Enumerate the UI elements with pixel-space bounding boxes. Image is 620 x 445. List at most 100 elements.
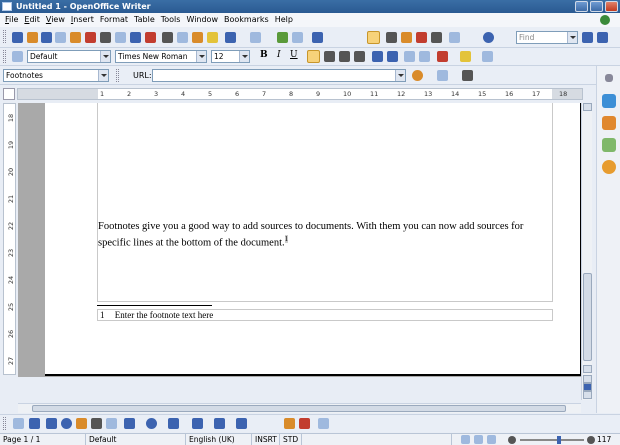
gallery-icon[interactable] xyxy=(401,32,412,43)
footnote-area[interactable]: 1 Enter the footnote text here xyxy=(97,309,553,321)
menu-file[interactable]: File xyxy=(2,13,21,27)
book-view-icon[interactable] xyxy=(487,435,496,444)
menu-format[interactable]: Format xyxy=(97,13,131,27)
fontwork-icon[interactable] xyxy=(299,418,310,429)
increase-indent-icon[interactable] xyxy=(419,51,430,62)
extrusion-icon[interactable] xyxy=(318,418,329,429)
insert-mode[interactable]: INSRT xyxy=(252,434,280,445)
chevron-down-icon[interactable] xyxy=(239,51,249,62)
styles-formatting-icon[interactable] xyxy=(12,51,23,62)
find-next-icon[interactable] xyxy=(597,32,608,43)
pdf-icon[interactable] xyxy=(85,32,96,43)
horizontal-ruler[interactable]: 1 2 3 4 5 6 7 8 9 10 11 12 13 14 15 16 17 18 xyxy=(17,88,583,100)
minimize-button[interactable] xyxy=(575,1,588,12)
select-icon[interactable] xyxy=(13,418,24,429)
copy-icon[interactable] xyxy=(177,32,188,43)
previous-page-button[interactable] xyxy=(583,375,592,383)
find-input[interactable]: Find xyxy=(516,31,578,44)
zoom-level[interactable]: 117 % xyxy=(597,434,620,445)
navigation-icon[interactable] xyxy=(583,383,592,391)
data-sources-icon[interactable] xyxy=(416,32,427,43)
scroll-up-button[interactable] xyxy=(583,103,592,111)
callouts-icon[interactable] xyxy=(106,418,117,429)
bold-button[interactable]: B xyxy=(260,50,268,60)
menu-view[interactable]: View xyxy=(43,13,68,27)
save-icon[interactable] xyxy=(41,32,52,43)
find-previous-icon[interactable] xyxy=(582,32,593,43)
find-replace-icon[interactable] xyxy=(386,32,397,43)
chevron-down-icon[interactable] xyxy=(395,70,405,81)
menu-tools[interactable]: Tools xyxy=(158,13,184,27)
find-in-url-icon[interactable] xyxy=(462,70,473,81)
print-preview-icon[interactable] xyxy=(115,32,126,43)
from-file-icon[interactable] xyxy=(284,418,295,429)
font-name-select[interactable]: Times New Roman xyxy=(115,50,207,63)
chevron-down-icon[interactable] xyxy=(196,51,206,62)
zoom-in-icon[interactable] xyxy=(587,436,595,444)
styles-icon[interactable] xyxy=(602,116,616,130)
cut-icon[interactable] xyxy=(162,32,173,43)
help-icon[interactable] xyxy=(483,32,494,43)
align-right-icon[interactable] xyxy=(339,51,350,62)
toolbar-grip[interactable] xyxy=(3,417,6,430)
tab-stop-selector[interactable] xyxy=(3,88,15,100)
hyperlink-dialog-icon[interactable] xyxy=(412,70,423,81)
gallery-icon[interactable] xyxy=(602,138,616,152)
paragraph-style-select[interactable]: Default xyxy=(27,50,111,63)
ellipse-icon[interactable] xyxy=(61,418,72,429)
hyperlink-icon[interactable] xyxy=(277,32,288,43)
single-page-view-icon[interactable] xyxy=(461,435,470,444)
apply-style-select[interactable]: Footnotes xyxy=(3,69,109,82)
new-icon[interactable] xyxy=(12,32,23,43)
toolbar-grip[interactable] xyxy=(3,30,6,43)
highlighting-icon[interactable] xyxy=(460,51,471,62)
menu-insert[interactable]: Insert xyxy=(68,13,97,27)
find-dropdown-arrow[interactable] xyxy=(567,32,577,43)
text-icon[interactable] xyxy=(91,418,102,429)
show-draw-functions-icon[interactable] xyxy=(312,32,323,43)
zoom-icon[interactable] xyxy=(449,32,460,43)
paste-icon[interactable] xyxy=(192,32,203,43)
close-document-icon[interactable] xyxy=(600,15,610,25)
horizontal-scrollbar[interactable] xyxy=(18,403,581,413)
scroll-thumb[interactable] xyxy=(583,273,592,361)
background-color-icon[interactable] xyxy=(482,51,493,62)
footnote-text[interactable]: Enter the footnote text here xyxy=(115,310,213,320)
sidebar-close-icon[interactable] xyxy=(605,74,613,82)
close-button[interactable] xyxy=(605,1,618,12)
autospell-icon[interactable] xyxy=(145,32,156,43)
vertical-ruler[interactable]: 18 19 20 21 22 23 24 25 26 27 xyxy=(3,103,16,375)
email-icon[interactable] xyxy=(55,32,66,43)
stars-icon[interactable] xyxy=(236,418,247,429)
font-color-icon[interactable] xyxy=(437,51,448,62)
format-paintbrush-icon[interactable] xyxy=(207,32,218,43)
callouts-shapes-icon[interactable] xyxy=(214,418,225,429)
decrease-indent-icon[interactable] xyxy=(404,51,415,62)
selection-mode[interactable]: STD xyxy=(280,434,302,445)
maximize-button[interactable] xyxy=(590,1,603,12)
open-icon[interactable] xyxy=(27,32,38,43)
justify-icon[interactable] xyxy=(354,51,365,62)
page-style[interactable]: Default xyxy=(86,434,186,445)
vertical-scrollbar[interactable] xyxy=(581,103,592,400)
menu-table[interactable]: Table xyxy=(131,13,158,27)
menu-window[interactable]: Window xyxy=(183,13,221,27)
chevron-down-icon[interactable] xyxy=(100,51,110,62)
insert-link-icon[interactable] xyxy=(437,70,448,81)
flowchart-icon[interactable] xyxy=(192,418,203,429)
table-icon[interactable] xyxy=(292,32,303,43)
properties-icon[interactable] xyxy=(602,94,616,108)
font-size-select[interactable]: 12 xyxy=(211,50,250,63)
freeform-icon[interactable] xyxy=(76,418,87,429)
chevron-down-icon[interactable] xyxy=(98,70,108,81)
zoom-slider[interactable] xyxy=(520,436,584,444)
symbol-shapes-icon[interactable] xyxy=(146,418,157,429)
underline-button[interactable]: U xyxy=(290,50,298,60)
line-icon[interactable] xyxy=(29,418,40,429)
undo-icon[interactable] xyxy=(225,32,236,43)
zoom-slider-knob[interactable] xyxy=(557,436,561,444)
redo-icon[interactable] xyxy=(250,32,261,43)
menu-edit[interactable]: Edit xyxy=(21,13,43,27)
language-indicator[interactable]: English (UK) xyxy=(186,434,252,445)
align-center-icon[interactable] xyxy=(324,51,335,62)
